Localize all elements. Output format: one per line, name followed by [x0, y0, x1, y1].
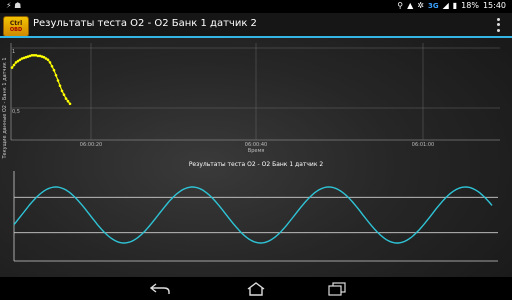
chart1-data-point — [46, 58, 50, 62]
back-arrow-icon — [150, 282, 170, 294]
app-logo-text: Ctrl — [9, 20, 23, 27]
chart1-series-line — [11, 54, 71, 105]
navigation-bar — [0, 277, 512, 300]
chart1-data-point — [48, 61, 52, 64]
chart1-y-tick-label: 0,5 — [12, 109, 20, 115]
notification-icon: ☗ — [14, 1, 22, 10]
chart1-data-point — [64, 97, 68, 100]
chart1-x-tick-label: 06:00:20 — [80, 142, 102, 148]
recent-apps-icon — [328, 281, 346, 296]
chart1-data-point — [10, 66, 14, 69]
overflow-menu-dot — [496, 28, 500, 32]
battery-icon: ▮ — [452, 1, 458, 10]
chart1-data-point — [56, 79, 60, 82]
usb-icon: ⚡ — [6, 1, 12, 10]
chart1-data-point — [52, 68, 56, 72]
bluetooth-icon: ✲ — [417, 1, 424, 10]
network-type: 3G — [427, 1, 439, 10]
chart1-x-tick-label: 06:01:00 — [412, 142, 434, 148]
chart1-data-point — [66, 99, 70, 103]
chart1-x-axis-label: Время — [248, 148, 264, 154]
chart1-data-point — [68, 102, 72, 106]
home-button[interactable] — [244, 280, 268, 297]
chart1-data-point — [60, 89, 64, 93]
app-logo[interactable]: Ctrl OBD — [3, 16, 29, 37]
battery-level: 18% — [461, 1, 479, 10]
chart2-series-line — [13, 186, 493, 244]
clock: 15:40 — [482, 1, 506, 10]
chart1-y-axis-label: Текущие данные O2 - Банк 1 датчик 1 — [2, 57, 8, 159]
chart1-data-point — [58, 84, 62, 87]
location-icon: ⚲ — [397, 1, 404, 10]
status-bar: ⚡ ☗ ⚲ ▲ ✲ 3G ◢ ▮ 18% 15:40 — [0, 0, 512, 13]
o2-sensor1-chart: Текущие данные O2 - Банк 1 датчик 1 1 0,5… — [2, 43, 500, 160]
action-bar: Ctrl OBD Результаты теста O2 - O2 Банк 1… — [0, 13, 512, 38]
back-button[interactable] — [148, 280, 172, 297]
app-logo-subtext: OBD — [9, 27, 23, 33]
o2-sensor2-chart: Результаты теста O2 - O2 Банк 1 датчик 2 — [13, 161, 498, 262]
status-left-icons: ⚡ ☗ — [6, 1, 21, 10]
chart1-data-point — [50, 65, 54, 68]
chart1-data-point — [12, 63, 16, 67]
overflow-menu-dot — [496, 18, 500, 22]
overflow-menu-dot — [496, 23, 500, 27]
wifi-icon: ▲ — [407, 1, 414, 10]
page-title: Результаты теста O2 - O2 Банк 1 датчик 2 — [33, 18, 257, 29]
chart2-title: Результаты теста O2 - O2 Банк 1 датчик 2 — [189, 161, 324, 168]
signal-icon: ◢ — [442, 1, 449, 10]
recent-apps-button[interactable] — [325, 280, 349, 297]
chart1-data-point — [54, 74, 58, 77]
home-icon — [247, 281, 265, 296]
action-bar-divider — [0, 36, 512, 38]
overflow-menu-button[interactable] — [494, 17, 502, 33]
status-right: ⚲ ▲ ✲ 3G ◢ ▮ 18% 15:40 — [397, 1, 506, 10]
chart1-y-tick-label: 1 — [12, 49, 15, 55]
chart1-data-point — [62, 93, 66, 96]
